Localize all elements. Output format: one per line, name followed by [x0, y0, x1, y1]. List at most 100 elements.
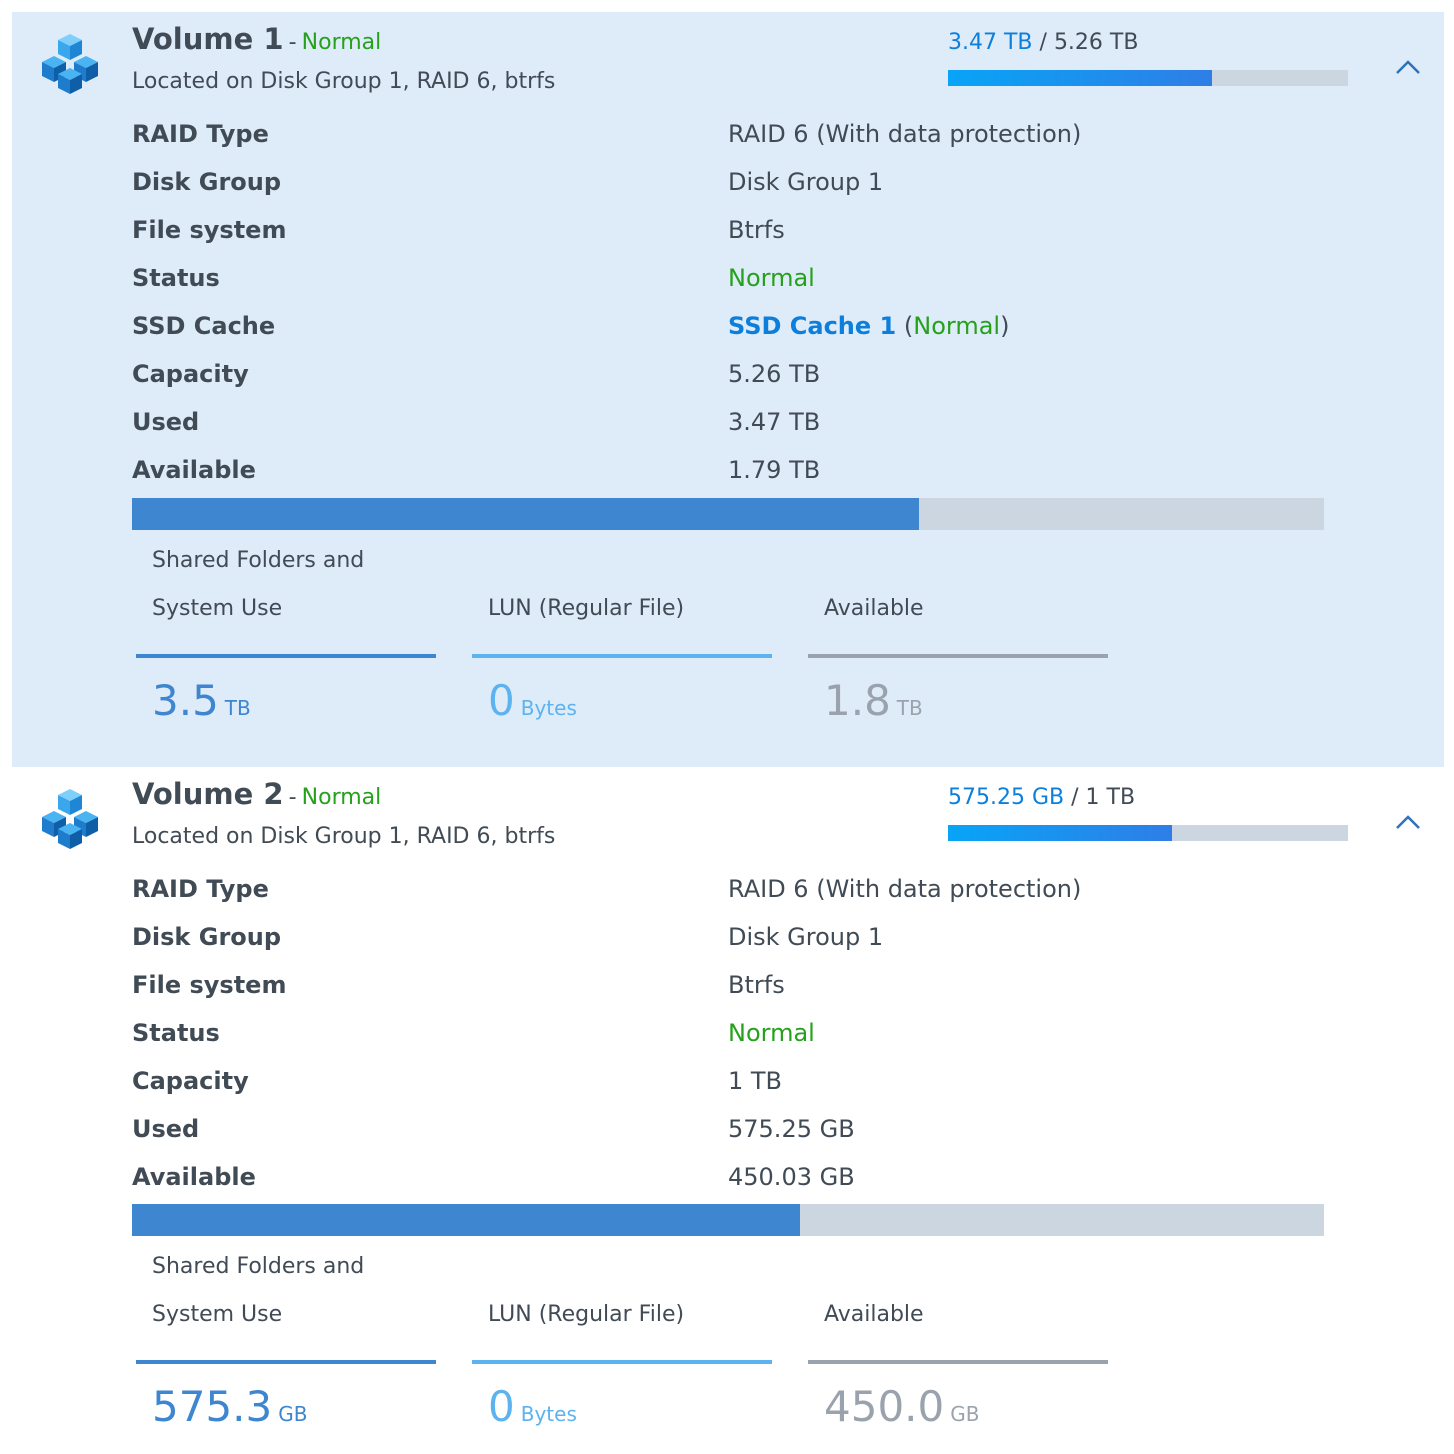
legend-value: 3.5 TB — [152, 676, 251, 725]
legend-line-available — [808, 1360, 1108, 1364]
detail-label: Disk Group — [132, 168, 282, 196]
detail-value-status: Normal — [728, 1019, 815, 1047]
legend-unit: Bytes — [520, 696, 577, 720]
legend-unit: GB — [950, 1402, 980, 1426]
legend-unit: TB — [224, 696, 251, 720]
legend-number: 3.5 — [152, 676, 219, 725]
usage-summary: 575.25 GB / 1 TB — [948, 785, 1135, 810]
legend-line-available — [808, 654, 1108, 658]
volume-name: Volume 2 — [132, 777, 284, 811]
volume-panel[interactable]: Volume 1 - Normal Located on Disk Group … — [12, 12, 1444, 767]
legend-label-line2: Available — [824, 596, 924, 621]
legend-number: 450.0 — [824, 1382, 945, 1431]
detail-value: 5.26 TB — [728, 360, 821, 388]
detail-label: Available — [132, 1163, 256, 1191]
volume-panel[interactable]: Volume 2 - Normal Located on Disk Group … — [12, 767, 1444, 1454]
detail-value: Disk Group 1 — [728, 923, 884, 951]
detail-row-used: Used 575.25 GB — [132, 1107, 1232, 1155]
legend-value: 575.3 GB — [152, 1382, 307, 1431]
legend-value: 1.8 TB — [824, 676, 923, 725]
detail-label: SSD Cache — [132, 312, 276, 340]
detail-row-capacity: Capacity 1 TB — [132, 1059, 1232, 1107]
volume-location: Located on Disk Group 1, RAID 6, btrfs — [132, 69, 556, 94]
usage-bar-fill — [948, 825, 1172, 841]
detail-row-used: Used 3.47 TB — [132, 400, 1232, 448]
usage-bar — [948, 825, 1348, 841]
detail-label: File system — [132, 216, 287, 244]
legend-number: 0 — [488, 676, 515, 725]
legend-label-line2: LUN (Regular File) — [488, 1302, 685, 1327]
title-separator: - — [288, 785, 297, 810]
detail-row-raid-type: RAID Type RAID 6 (With data protection) — [132, 112, 1232, 160]
volume-name: Volume 1 — [132, 22, 284, 56]
legend-label-line2: LUN (Regular File) — [488, 596, 685, 621]
detail-value: 1 TB — [728, 1067, 783, 1095]
legend-label-line2: Available — [824, 1302, 924, 1327]
legend-line-shared — [136, 654, 436, 658]
legend-line-lun — [472, 654, 772, 658]
chevron-up-icon[interactable] — [1394, 56, 1422, 78]
detail-value: 575.25 GB — [728, 1115, 855, 1143]
detail-row-disk-group: Disk Group Disk Group 1 — [132, 160, 1232, 208]
detail-label: File system — [132, 971, 287, 999]
legend-line-lun — [472, 1360, 772, 1364]
usage-used: 575.25 GB — [948, 785, 1065, 810]
detail-row-ssd-cache: SSD Cache SSD Cache 1 (Normal) — [132, 304, 1232, 352]
detail-row-file-system: File system Btrfs — [132, 963, 1232, 1011]
detail-value: Disk Group 1 — [728, 168, 884, 196]
usage-summary: 3.47 TB / 5.26 TB — [948, 30, 1138, 55]
usage-legend: Shared Folders and System Use 3.5 TB LUN … — [136, 542, 1136, 742]
legend-unit: GB — [278, 1402, 308, 1426]
detail-label: Used — [132, 1115, 200, 1143]
detail-label: Status — [132, 1019, 220, 1047]
detail-value: Btrfs — [728, 216, 785, 244]
detail-value: 450.03 GB — [728, 1163, 855, 1191]
stacked-cubes-icon — [42, 789, 98, 849]
volume-title: Volume 1 - Normal — [132, 22, 381, 56]
detail-label: Used — [132, 408, 200, 436]
usage-total: 5.26 TB — [1053, 30, 1139, 55]
ssd-cache-link[interactable]: SSD Cache 1 — [728, 312, 896, 340]
title-separator: - — [288, 30, 297, 55]
legend-number: 1.8 — [824, 676, 891, 725]
detail-value: 1.79 TB — [728, 456, 821, 484]
detail-value: SSD Cache 1 (Normal) — [728, 312, 1009, 340]
capacity-bar — [132, 1204, 1324, 1236]
ssd-cache-status: Normal — [913, 312, 1001, 340]
legend-label-line1: Shared Folders and — [152, 1254, 365, 1279]
detail-label: Status — [132, 264, 220, 292]
volume-title: Volume 2 - Normal — [132, 777, 381, 811]
detail-label: RAID Type — [132, 120, 269, 148]
usage-used: 3.47 TB — [948, 30, 1033, 55]
detail-row-available: Available 1.79 TB — [132, 448, 1232, 496]
legend-value: 450.0 GB — [824, 1382, 979, 1431]
volume-status: Normal — [301, 30, 382, 55]
detail-row-file-system: File system Btrfs — [132, 208, 1232, 256]
detail-label: Capacity — [132, 1067, 249, 1095]
detail-label: Capacity — [132, 360, 249, 388]
legend-value: 0 Bytes — [488, 676, 577, 725]
detail-value-status: Normal — [728, 264, 815, 292]
detail-row-status: Status Normal — [132, 256, 1232, 304]
detail-row-available: Available 450.03 GB — [132, 1155, 1232, 1203]
legend-unit: TB — [896, 696, 923, 720]
capacity-bar-fill — [132, 498, 919, 530]
usage-legend: Shared Folders and System Use 575.3 GB LU… — [136, 1248, 1136, 1448]
detail-row-capacity: Capacity 5.26 TB — [132, 352, 1232, 400]
legend-number: 575.3 — [152, 1382, 273, 1431]
details-list: RAID Type RAID 6 (With data protection) … — [132, 867, 1232, 1203]
legend-number: 0 — [488, 1382, 515, 1431]
detail-row-status: Status Normal — [132, 1011, 1232, 1059]
chevron-up-icon[interactable] — [1394, 811, 1422, 833]
usage-slash: / — [1039, 30, 1047, 55]
paren-close: ) — [1000, 312, 1010, 340]
detail-row-raid-type: RAID Type RAID 6 (With data protection) — [132, 867, 1232, 915]
details-list: RAID Type RAID 6 (With data protection) … — [132, 112, 1232, 496]
detail-value: RAID 6 (With data protection) — [728, 875, 1082, 903]
paren-open: ( — [903, 312, 914, 340]
volume-status: Normal — [301, 785, 382, 810]
usage-bar — [948, 70, 1348, 86]
capacity-bar-fill — [132, 1204, 800, 1236]
detail-value: Btrfs — [728, 971, 785, 999]
legend-label-line2: System Use — [152, 1302, 283, 1327]
